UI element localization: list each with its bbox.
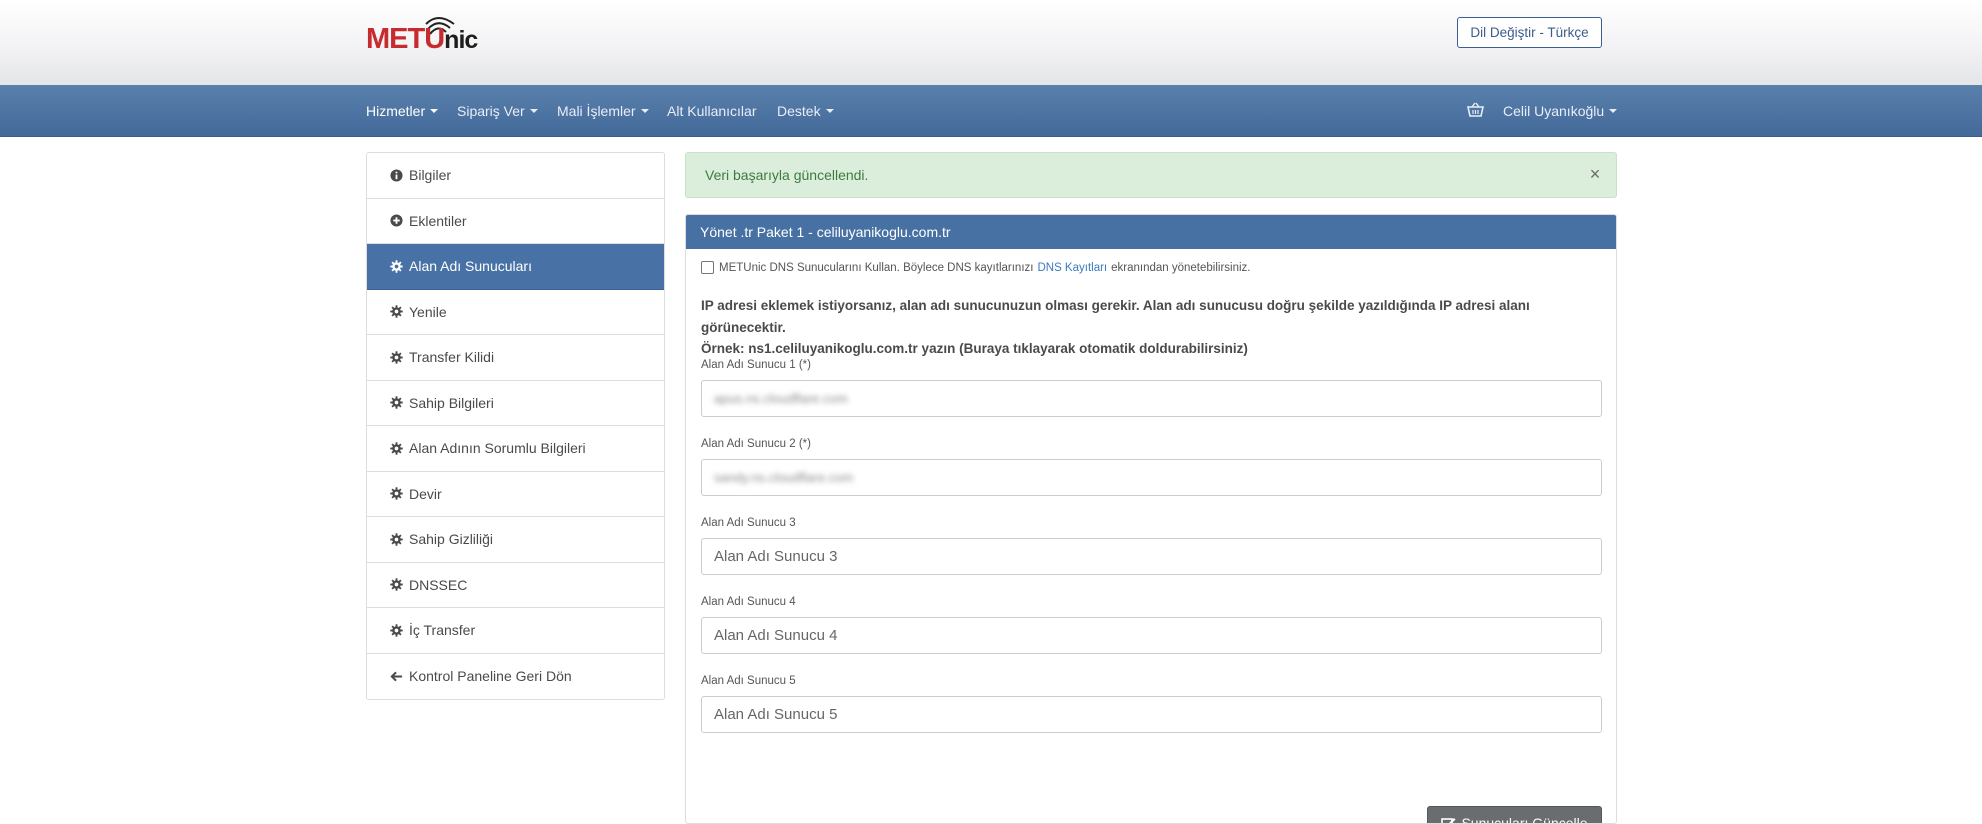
basket-icon[interactable] <box>1467 102 1484 117</box>
language-button[interactable]: Dil Değiştir - Türkçe <box>1457 17 1602 48</box>
use-metunic-dns-row: METUnic DNS Sunucularını Kullan. Böylece… <box>701 261 1250 274</box>
gear-icon <box>390 624 403 637</box>
dns-check-text: METUnic DNS Sunucularını Kullan. Böylece… <box>719 261 1034 274</box>
ns1-label: Alan Adı Sunucu 1 (*) <box>701 359 811 371</box>
edit-icon <box>1441 818 1456 823</box>
arrow-left-icon <box>390 671 403 682</box>
nav-label: Sipariş Ver <box>457 103 525 119</box>
info-line-1: IP adresi eklemek istiyorsanız, alan adı… <box>701 298 1530 335</box>
sidebar-item-label: İç Transfer <box>409 622 476 639</box>
sidebar-item-label: Devir <box>409 485 442 502</box>
user-menu[interactable]: Celil Uyanıkoğlu <box>1503 85 1618 137</box>
ns1-value: apus.ns.cloudflare.com <box>714 391 848 406</box>
gear-icon <box>390 487 403 500</box>
nav-label: Mali İşlemler <box>557 103 636 119</box>
use-metunic-dns-checkbox[interactable] <box>701 261 714 274</box>
nameservers-panel: Yönet .tr Paket 1 - celiluyanikoglu.com.… <box>685 214 1617 824</box>
nav-label: Hizmetler <box>366 103 426 119</box>
sidebar-item-devir[interactable]: Devir <box>367 471 664 517</box>
caret-down-icon <box>1609 109 1618 113</box>
ns2-label: Alan Adı Sunucu 2 (*) <box>701 438 811 450</box>
top-header: METUnic Dil Değiştir - Türkçe <box>0 0 1982 85</box>
nav-hizmetler[interactable]: Hizmetler <box>366 85 439 137</box>
sidebar-item-label: DNSSEC <box>409 576 468 593</box>
ns3-placeholder: Alan Adı Sunucu 3 <box>714 548 838 565</box>
sidebar-item-bilgiler[interactable]: Bilgiler <box>367 153 664 199</box>
gear-icon <box>390 533 403 546</box>
sidebar-item-label: Eklentiler <box>409 212 467 229</box>
sidebar-item-label: Sahip Gizliliği <box>409 531 494 548</box>
nav-label: Alt Kullanıcılar <box>667 103 757 119</box>
ns5-input[interactable]: Alan Adı Sunucu 5 <box>701 696 1602 733</box>
sidebar-item-sahip-gizliligi[interactable]: Sahip Gizliliği <box>367 517 664 563</box>
caret-down-icon <box>825 109 834 113</box>
sidebar-item-label: Alan Adı Sunucuları <box>409 258 532 275</box>
alert-message: Veri başarıyla güncellendi. <box>705 167 869 183</box>
update-nameservers-button[interactable]: Sunucuları Güncelle <box>1427 806 1602 824</box>
dns-check-text-after: ekranından yönetebilirsiniz. <box>1111 261 1251 274</box>
sidebar-item-label: Alan Adının Sorumlu Bilgileri <box>409 440 586 457</box>
gear-icon <box>390 578 403 591</box>
ns2-input[interactable]: sandy.ns.cloudflare.com <box>701 459 1602 496</box>
sidebar-item-label: Sahip Bilgileri <box>409 394 494 411</box>
gear-icon <box>390 396 403 409</box>
sidebar-item-kontrol-paneline-geri-don[interactable]: Kontrol Paneline Geri Dön <box>367 653 664 699</box>
ns3-label: Alan Adı Sunucu 3 <box>701 517 796 529</box>
plus-circle-icon <box>390 214 403 227</box>
nav-label: Destek <box>777 103 821 119</box>
ns4-input[interactable]: Alan Adı Sunucu 4 <box>701 617 1602 654</box>
update-button-label: Sunucuları Güncelle <box>1461 815 1588 824</box>
ns3-input[interactable]: Alan Adı Sunucu 3 <box>701 538 1602 575</box>
info-circle-icon <box>390 169 403 182</box>
sidebar-item-sorumlu-bilgileri[interactable]: Alan Adının Sorumlu Bilgileri <box>367 426 664 472</box>
caret-down-icon <box>529 109 538 113</box>
ns4-label: Alan Adı Sunucu 4 <box>701 596 796 608</box>
sidebar-item-ic-transfer[interactable]: İç Transfer <box>367 608 664 654</box>
sidebar-item-transfer-kilidi[interactable]: Transfer Kilidi <box>367 335 664 381</box>
sidebar-menu: Bilgiler Eklentiler Alan Adı Sunucuları … <box>366 152 665 700</box>
sidebar-item-label: Bilgiler <box>409 167 452 184</box>
gear-icon <box>390 442 403 455</box>
sidebar-item-yenile[interactable]: Yenile <box>367 289 664 335</box>
nav-alt-kullanicilar[interactable]: Alt Kullanıcılar <box>667 85 756 137</box>
ns4-placeholder: Alan Adı Sunucu 4 <box>714 627 838 644</box>
close-icon[interactable]: × <box>1586 165 1604 183</box>
info-text: IP adresi eklemek istiyorsanız, alan adı… <box>701 295 1601 360</box>
gear-icon <box>390 260 403 273</box>
metunic-logo[interactable]: METUnic <box>366 16 478 57</box>
caret-down-icon <box>640 109 649 113</box>
nav-siparis-ver[interactable]: Sipariş Ver <box>457 85 538 137</box>
sidebar-item-label: Kontrol Paneline Geri Dön <box>409 668 572 685</box>
ns1-input[interactable]: apus.ns.cloudflare.com <box>701 380 1602 417</box>
sidebar-item-label: Yenile <box>409 303 447 320</box>
dns-records-link[interactable]: DNS Kayıtları <box>1037 262 1107 274</box>
main-navbar: Hizmetler Sipariş Ver Mali İşlemler Alt … <box>0 85 1982 137</box>
panel-title: Yönet .tr Paket 1 - celiluyanikoglu.com.… <box>686 215 1616 249</box>
ns5-placeholder: Alan Adı Sunucu 5 <box>714 706 838 723</box>
success-alert: Veri başarıyla güncellendi. × <box>685 152 1617 198</box>
user-name: Celil Uyanıkoğlu <box>1503 103 1605 119</box>
sidebar-item-dnssec[interactable]: DNSSEC <box>367 562 664 608</box>
logo-metu: METU <box>366 23 445 55</box>
autofill-example-link[interactable]: Örnek: ns1.celiluyanikoglu.com.tr yazın … <box>701 338 1601 360</box>
sidebar-item-alan-adi-sunuculari[interactable]: Alan Adı Sunucuları <box>367 244 664 290</box>
sidebar-item-label: Transfer Kilidi <box>409 349 495 366</box>
logo-nic: nic <box>444 26 478 54</box>
sidebar-item-eklentiler[interactable]: Eklentiler <box>367 198 664 244</box>
ns5-label: Alan Adı Sunucu 5 <box>701 675 796 687</box>
gear-icon <box>390 305 403 318</box>
logo-text: METUnic <box>366 22 478 57</box>
sidebar-item-sahip-bilgileri[interactable]: Sahip Bilgileri <box>367 380 664 426</box>
caret-down-icon <box>430 109 439 113</box>
gear-icon <box>390 351 403 364</box>
nav-destek[interactable]: Destek <box>777 85 834 137</box>
nav-mali-islemler[interactable]: Mali İşlemler <box>557 85 649 137</box>
ns2-value: sandy.ns.cloudflare.com <box>714 470 854 485</box>
